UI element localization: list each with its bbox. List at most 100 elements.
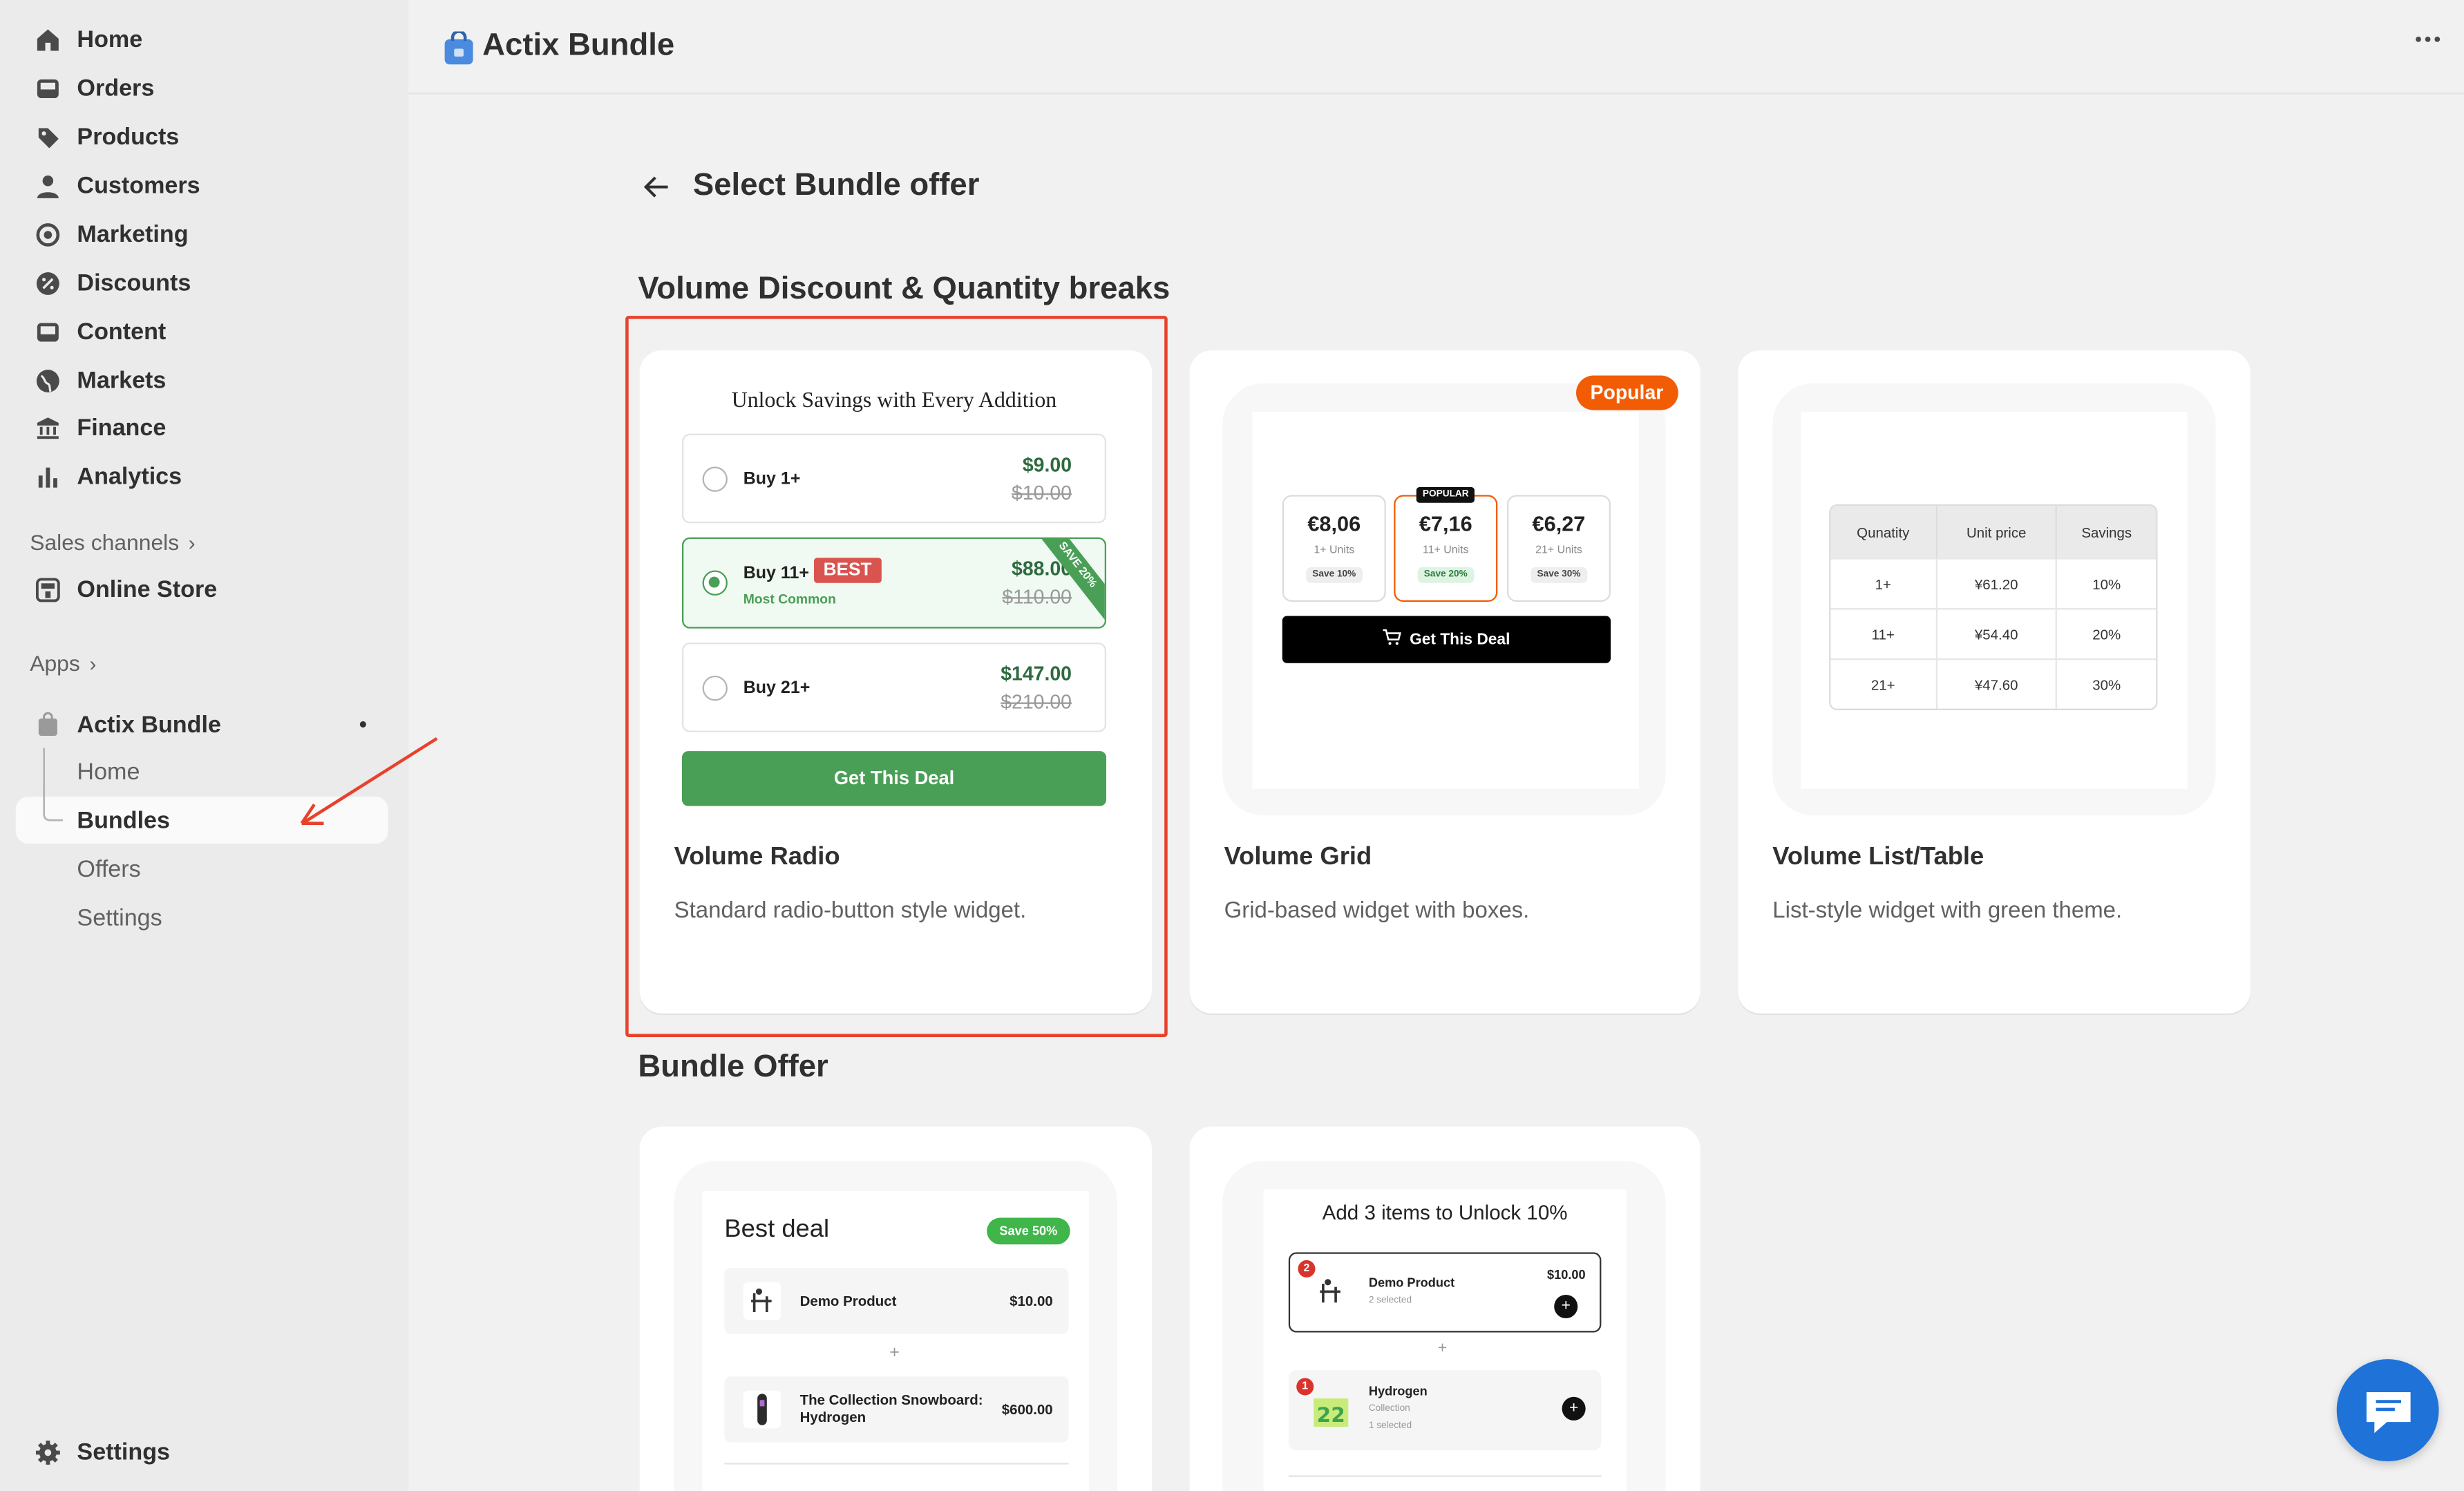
product-name: Demo Product [1368,1275,1455,1291]
tree-branch [43,786,63,822]
back-arrow-icon[interactable] [641,171,672,211]
nav-analytics[interactable]: Analytics [16,453,388,500]
cart-icon [1383,629,1402,651]
addthree-heading: Add 3 items to Unlock 10% [1322,1200,1568,1224]
card-desc: List-style widget with green theme. [1772,898,2123,924]
sub-label: Offers [77,855,141,882]
nav-markets[interactable]: Markets [16,357,388,403]
chat-button[interactable] [2336,1359,2439,1462]
radio-cta-button[interactable]: Get This Deal [682,751,1107,806]
add-icon[interactable]: + [1562,1396,1586,1421]
grid-box-2[interactable]: POPULAR €7,16 11+ Units Save 20% [1394,487,1498,602]
table-row: 1+ ¥61.20 10% [1830,558,2157,609]
more-options-icon[interactable] [2414,22,2442,58]
home-icon [31,23,62,55]
grid-units: 11+ Units [1423,545,1469,557]
grid-box-3[interactable]: €6,27 21+ Units Save 30% [1506,495,1611,602]
sub-offers[interactable]: Offers [16,846,388,893]
nav-label: Online Store [77,576,218,603]
nav-label: Marketing [77,220,189,248]
sales-channels-header[interactable]: Sales channels › [30,529,195,554]
add-icon[interactable]: + [1554,1294,1578,1319]
nav-customers[interactable]: Customers [16,162,388,209]
chevron-right-icon: › [188,530,196,554]
table-cell: 11+ [1830,608,1937,658]
bestdeal-heading: Best deal [724,1216,830,1243]
table-row: 11+ ¥54.40 20% [1830,608,2157,658]
store-icon [31,573,62,605]
divider [724,1463,1069,1465]
nav-discounts[interactable]: Discounts [16,259,388,306]
grid-units: 21+ Units [1535,545,1582,557]
chat-icon [2362,1387,2415,1445]
card-title: Volume Radio [674,844,840,871]
table-cell: ¥47.60 [1937,658,2058,709]
volume-table: Qunatity Unit price Savings 1+ ¥61.20 10… [1829,504,2158,710]
radio-button-selected[interactable] [702,570,728,596]
sub-label: Settings [77,904,162,931]
nav-settings[interactable]: Settings [16,1428,388,1475]
nav-label: Discounts [77,269,191,296]
bank-icon [31,412,62,443]
product-thumbnail [1312,1273,1350,1311]
radio-button[interactable] [702,675,728,701]
table-cell: ¥54.40 [1937,608,2058,658]
plus-icon: + [889,1343,900,1362]
section-bundle-title: Bundle Offer [638,1050,828,1085]
grid-price: €7,16 [1419,512,1472,536]
apps-header[interactable]: Apps › [30,651,96,676]
bestdeal-item-1[interactable]: Demo Product $10.00 [724,1268,1069,1334]
grid-box-1[interactable]: €8,06 1+ Units Save 10% [1282,495,1386,602]
nav-label: Analytics [77,462,182,490]
option-subtitle: Most Common [743,591,836,607]
product-name: Hydrogen [1368,1384,1428,1399]
nav-products[interactable]: Products [16,113,388,160]
app-bag-icon [31,709,62,740]
best-badge: BEST [814,558,882,583]
person-icon [31,170,62,201]
table-header: Unit price [1937,506,2058,558]
card-title: Volume Grid [1224,844,1372,871]
apps-label: Apps [30,650,80,676]
radio-button[interactable] [702,466,728,492]
bestdeal-item-2[interactable]: The Collection Snowboard: Hydrogen $600.… [724,1376,1069,1443]
option-price: $147.00 [1001,663,1072,685]
tag-icon [31,121,62,152]
table-cell: 10% [2057,558,2157,608]
product-meta-selected: 1 selected [1368,1422,1412,1432]
option-old-price: $210.00 [1001,691,1072,714]
nav-orders[interactable]: Orders [16,64,388,111]
nav-home[interactable]: Home [16,16,388,63]
hydrogen-thumbnail: 22 [1311,1389,1352,1430]
bar-chart-icon [31,460,62,491]
globe-icon [31,365,62,396]
nav-online-store[interactable]: Online Store [16,566,388,613]
table-cell: ¥61.20 [1937,558,2058,609]
nav-content[interactable]: Content [16,308,388,355]
nav-label: Home [77,26,143,53]
nav-label: Content [77,318,167,345]
nav-marketing[interactable]: Marketing [16,211,388,258]
app-bag-icon [443,30,474,66]
addthree-item-1[interactable]: 2 Demo Product 2 selected $10.00 + [1288,1252,1602,1333]
radio-option-2[interactable]: Buy 11+ BEST Most Common $88.00 $110.00 … [682,537,1107,629]
grid-cta-button[interactable]: Get This Deal [1282,616,1611,663]
radio-option-1[interactable]: Buy 1+ $9.00 $10.00 [682,433,1107,524]
nav-finance[interactable]: Finance [16,403,388,450]
grid-units: 1+ Units [1314,545,1355,557]
sub-settings[interactable]: Settings [16,894,388,941]
addthree-item-2[interactable]: 1 22 Hydrogen Collection 1 selected + [1288,1370,1602,1451]
nav-label: Actix Bundle [77,711,221,738]
product-thumbnail [743,1282,781,1320]
top-bar: Actix Bundle [408,0,2464,95]
product-price: $10.00 [1547,1268,1586,1282]
discount-icon [31,267,62,298]
grid-save: Save 20% [1417,567,1474,583]
save-50-badge: Save 50% [987,1217,1070,1245]
target-icon [31,218,62,249]
nav-label: Finance [77,414,167,441]
chevron-right-icon: › [89,651,97,675]
product-name: The Collection Snowboard: Hydrogen [799,1392,983,1425]
grid-cta-label: Get This Deal [1410,631,1510,649]
radio-option-3[interactable]: Buy 21+ $147.00 $210.00 [682,643,1107,732]
